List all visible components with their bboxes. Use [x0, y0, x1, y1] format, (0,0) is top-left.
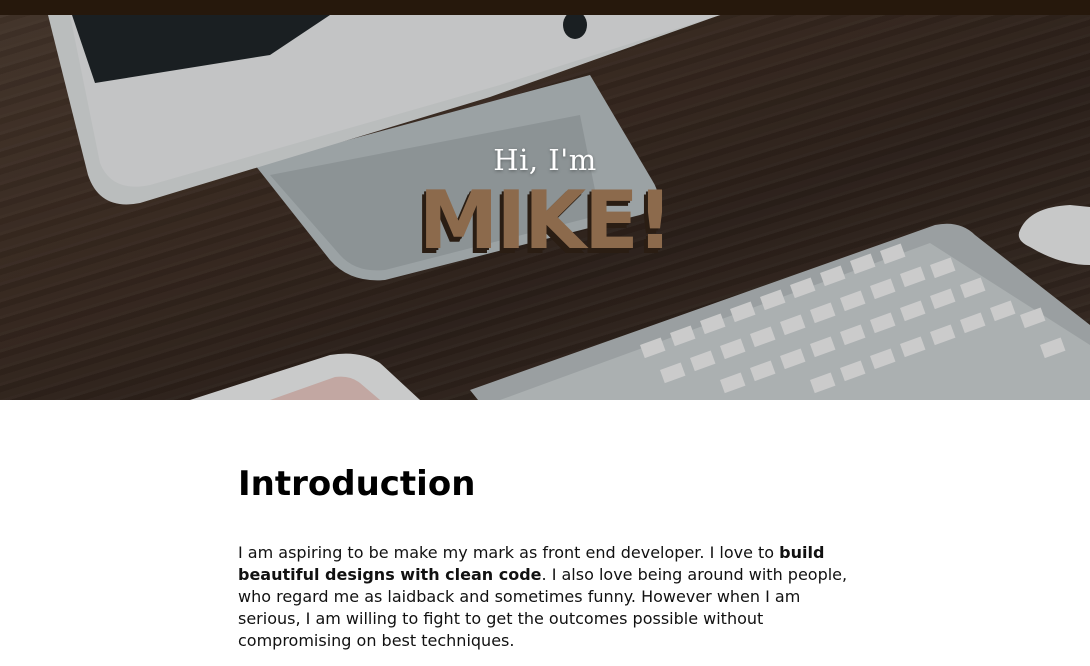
intro-paragraph: I am aspiring to be make my mark as fron… — [238, 542, 853, 652]
intro-text-start: I am aspiring to be make my mark as fron… — [238, 543, 780, 562]
hero-greeting: Hi, I'm — [493, 143, 597, 177]
hero-heading: Hi, I'm MIKE! — [0, 143, 1090, 261]
hero-banner: Hi, I'm MIKE! — [0, 15, 1090, 400]
top-nav-bar — [0, 0, 1090, 15]
section-title: Introduction — [238, 464, 476, 504]
hero-name: MIKE! — [418, 174, 674, 267]
main-content: Introduction I am aspiring to be make my… — [238, 400, 853, 652]
